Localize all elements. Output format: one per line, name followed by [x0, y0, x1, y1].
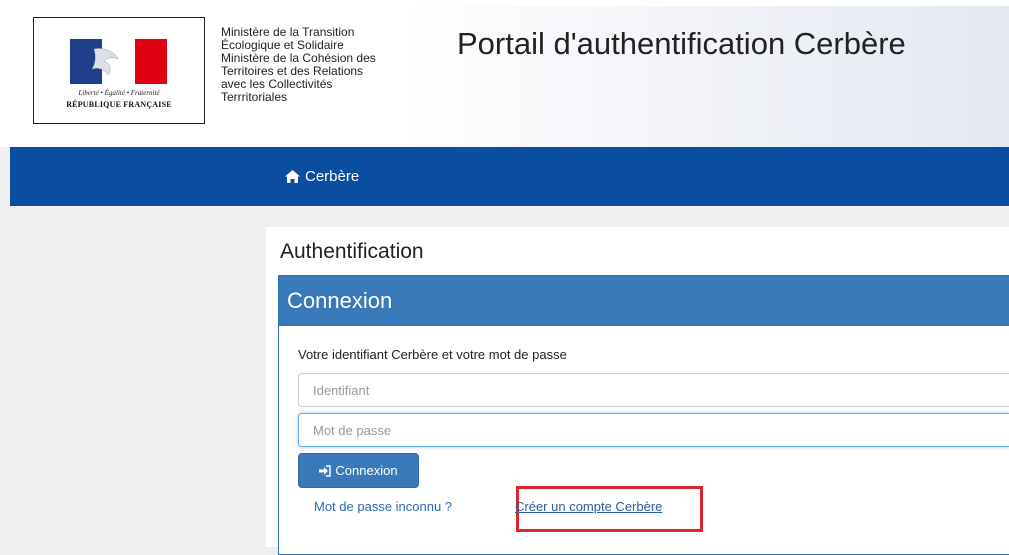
page-title: Portail d'authentification Cerbère [457, 26, 906, 61]
connexion-button-label: Connexion [335, 463, 398, 478]
password-input[interactable] [298, 413, 1009, 447]
navbar-home-link[interactable]: Cerbère [285, 168, 359, 185]
sign-in-icon [319, 464, 332, 477]
login-panel: Connexion Votre identifiant Cerbère et v… [278, 275, 1009, 555]
create-account-link[interactable]: Créer un compte Cerbère [515, 499, 662, 514]
republique-francaise-logo: Liberté • Égalité • Fraternité RÉPUBLIQU… [33, 17, 205, 124]
login-panel-heading: Connexion [279, 276, 1009, 326]
navbar: Cerbère [10, 147, 1009, 206]
navbar-brand-label: Cerbère [305, 168, 360, 185]
forgot-password-link[interactable]: Mot de passe inconnu ? [314, 499, 452, 514]
home-icon [285, 170, 300, 183]
ministry-names: Ministère de la Transition Écologique et… [221, 25, 376, 104]
identifiant-input[interactable] [298, 373, 1009, 407]
republic-text: RÉPUBLIQUE FRANÇAISE [66, 100, 172, 109]
section-title: Authentification [280, 240, 424, 263]
site-header: Liberté • Égalité • Fraternité RÉPUBLIQU… [0, 0, 1009, 147]
main-content: Authentification Connexion Votre identif… [266, 227, 1009, 555]
header-topline [0, 0, 1009, 6]
login-instructions: Votre identifiant Cerbère et votre mot d… [298, 347, 567, 362]
connexion-button[interactable]: Connexion [298, 453, 419, 488]
marianne-flag-icon [70, 39, 167, 84]
motto-text: Liberté • Égalité • Fraternité [78, 89, 160, 97]
